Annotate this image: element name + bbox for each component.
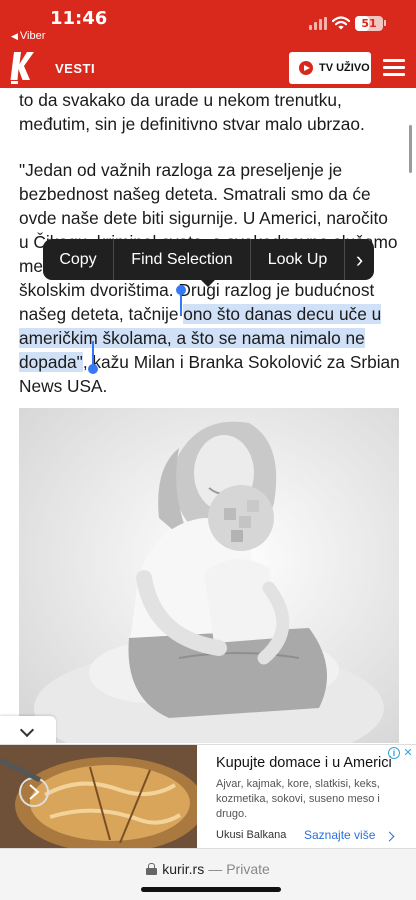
ad-image[interactable] [0,745,197,849]
kurir-logo[interactable] [10,50,34,84]
ad-source: Ukusi Balkana [216,829,287,841]
text-line: našeg deteta, tačnije ono što danas decu… [19,302,401,326]
section-label[interactable]: VESTI [55,61,95,76]
text-line: bezbednost našeg deteta. Smatrali smo da… [19,184,371,204]
tv-live-button[interactable]: TV UŽIVO [289,52,371,84]
url-domain[interactable]: kurir.rs [162,861,204,877]
battery-level: 51 [361,17,377,30]
find-selection-menu-item[interactable]: Find Selection [114,239,250,280]
text-selection[interactable]: dopada" [19,352,83,372]
info-icon[interactable]: i [388,747,400,759]
context-menu-pointer [200,279,216,287]
text-line: međutim, sin je definitivno stvar malo u… [19,114,365,134]
status-bar: 11:46 ◀ Viber 51 [0,0,416,50]
ad-collapse-tab[interactable] [0,716,56,744]
ad-banner[interactable]: Kupujte domace i u Americi Ajvar, kajmak… [0,744,416,849]
back-app-label: Viber [19,30,46,42]
ad-cta-link[interactable]: Saznajte više [304,828,375,842]
copy-menu-item[interactable]: Copy [43,239,113,280]
text-line: ovde naše dete biti sigurnije. U Americi… [19,208,388,228]
browser-url-bar[interactable]: kurir.rs — Private [0,848,416,900]
site-header: VESTI TV UŽIVO [0,50,416,88]
text-line: "Jedan od važnih razloga za preseljenje … [19,160,343,180]
play-icon [299,61,313,75]
look-up-menu-item[interactable]: Look Up [251,239,344,280]
back-arrow-icon: ◀ [11,31,18,41]
chevron-down-icon [19,722,35,738]
back-to-app-link[interactable]: ◀ Viber [11,30,45,42]
private-mode-label: Private [226,861,270,877]
text-line: dopada", kažu Milan i Branka Sokolović z… [19,350,401,374]
selection-end-handle[interactable] [88,364,98,374]
text-run: našeg deteta, tačnije [19,304,184,324]
lock-icon [146,863,158,875]
tv-live-label: TV UŽIVO [319,62,370,74]
signal-icon [309,17,327,30]
chevron-right-icon [384,831,395,842]
battery-icon: 51 [355,16,383,31]
text-line: američkim školama, a što se nama nimalo … [19,326,401,350]
text-run: , kažu Milan i Branka Sokolović za Srbia… [82,352,400,372]
more-menu-chevron-icon[interactable]: › [345,239,374,280]
ad-title[interactable]: Kupujte domace i u Americi [216,755,392,771]
close-icon[interactable]: ✕ [402,747,414,759]
text-context-menu: Copy Find Selection Look Up › [43,239,374,280]
selection-start-caret [180,290,182,316]
hamburger-icon[interactable] [383,59,405,77]
home-indicator[interactable] [141,887,281,892]
text-line: to da svakako da urade u nekom trenutku, [19,90,342,110]
wifi-icon [332,16,350,30]
article-photo[interactable] [19,408,399,743]
text-selection[interactable]: američkim školama, a što se nama nimalo … [19,328,365,348]
url-separator: — [208,861,223,877]
text-line: News USA. [19,376,108,396]
scroll-indicator[interactable] [409,125,412,173]
status-time: 11:46 [50,8,108,29]
ad-description: Ajvar, kajmak, kore, slatkisi, keks, koz… [216,778,380,820]
article-paragraph: to da svakako da urade u nekom trenutku,… [19,88,399,136]
text-selection[interactable]: ono što danas decu uče u [183,304,382,324]
